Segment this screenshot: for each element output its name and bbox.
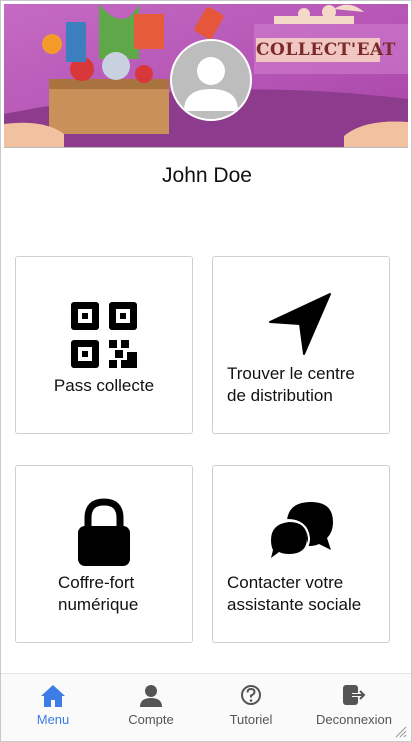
lock-icon	[16, 498, 192, 568]
user-icon	[101, 684, 201, 708]
nav-item-menu[interactable]: Menu	[3, 674, 103, 741]
card-coffre-fort[interactable]: Coffre-fort numérique	[15, 465, 193, 643]
user-name: John Doe	[162, 164, 252, 187]
nav-item-compte[interactable]: Compte	[101, 674, 201, 741]
nav-label: Tutoriel	[229, 712, 273, 727]
home-icon	[3, 684, 103, 708]
app-frame: COLLECT'EAT John Doe Pass collecte Trouv…	[0, 0, 412, 742]
card-label: Pass collecte	[53, 376, 155, 395]
card-pass-collecte[interactable]: Pass collecte	[15, 256, 193, 434]
nav-label: Deconnexion	[316, 712, 392, 727]
qr-code-icon	[16, 302, 192, 368]
resize-grip-icon[interactable]	[395, 726, 407, 738]
brand-logo: COLLECT'EAT	[256, 38, 396, 62]
card-label: Trouver le centre de distribution	[227, 364, 355, 405]
nav-item-deconnexion[interactable]: Deconnexion	[304, 674, 404, 741]
navigation-arrow-icon	[213, 292, 389, 358]
logout-icon	[304, 684, 404, 706]
nav-label: Menu	[36, 712, 70, 727]
header-banner: COLLECT'EAT	[4, 4, 408, 148]
nav-label: Compte	[128, 712, 174, 727]
nav-item-tutoriel[interactable]: Tutoriel	[201, 674, 301, 741]
card-trouver-centre[interactable]: Trouver le centre de distribution	[212, 256, 390, 434]
chat-bubbles-icon	[213, 498, 389, 566]
help-circle-icon	[201, 684, 301, 706]
card-label: Coffre-fort numérique	[58, 573, 139, 614]
avatar[interactable]	[170, 39, 252, 121]
bottom-nav: Menu Compte Tutoriel Deconnexion	[1, 673, 411, 741]
card-contacter-assistante[interactable]: Contacter votre assistante sociale	[212, 465, 390, 643]
user-avatar-icon	[184, 57, 238, 111]
card-label: Contacter votre assistante sociale	[227, 573, 362, 614]
